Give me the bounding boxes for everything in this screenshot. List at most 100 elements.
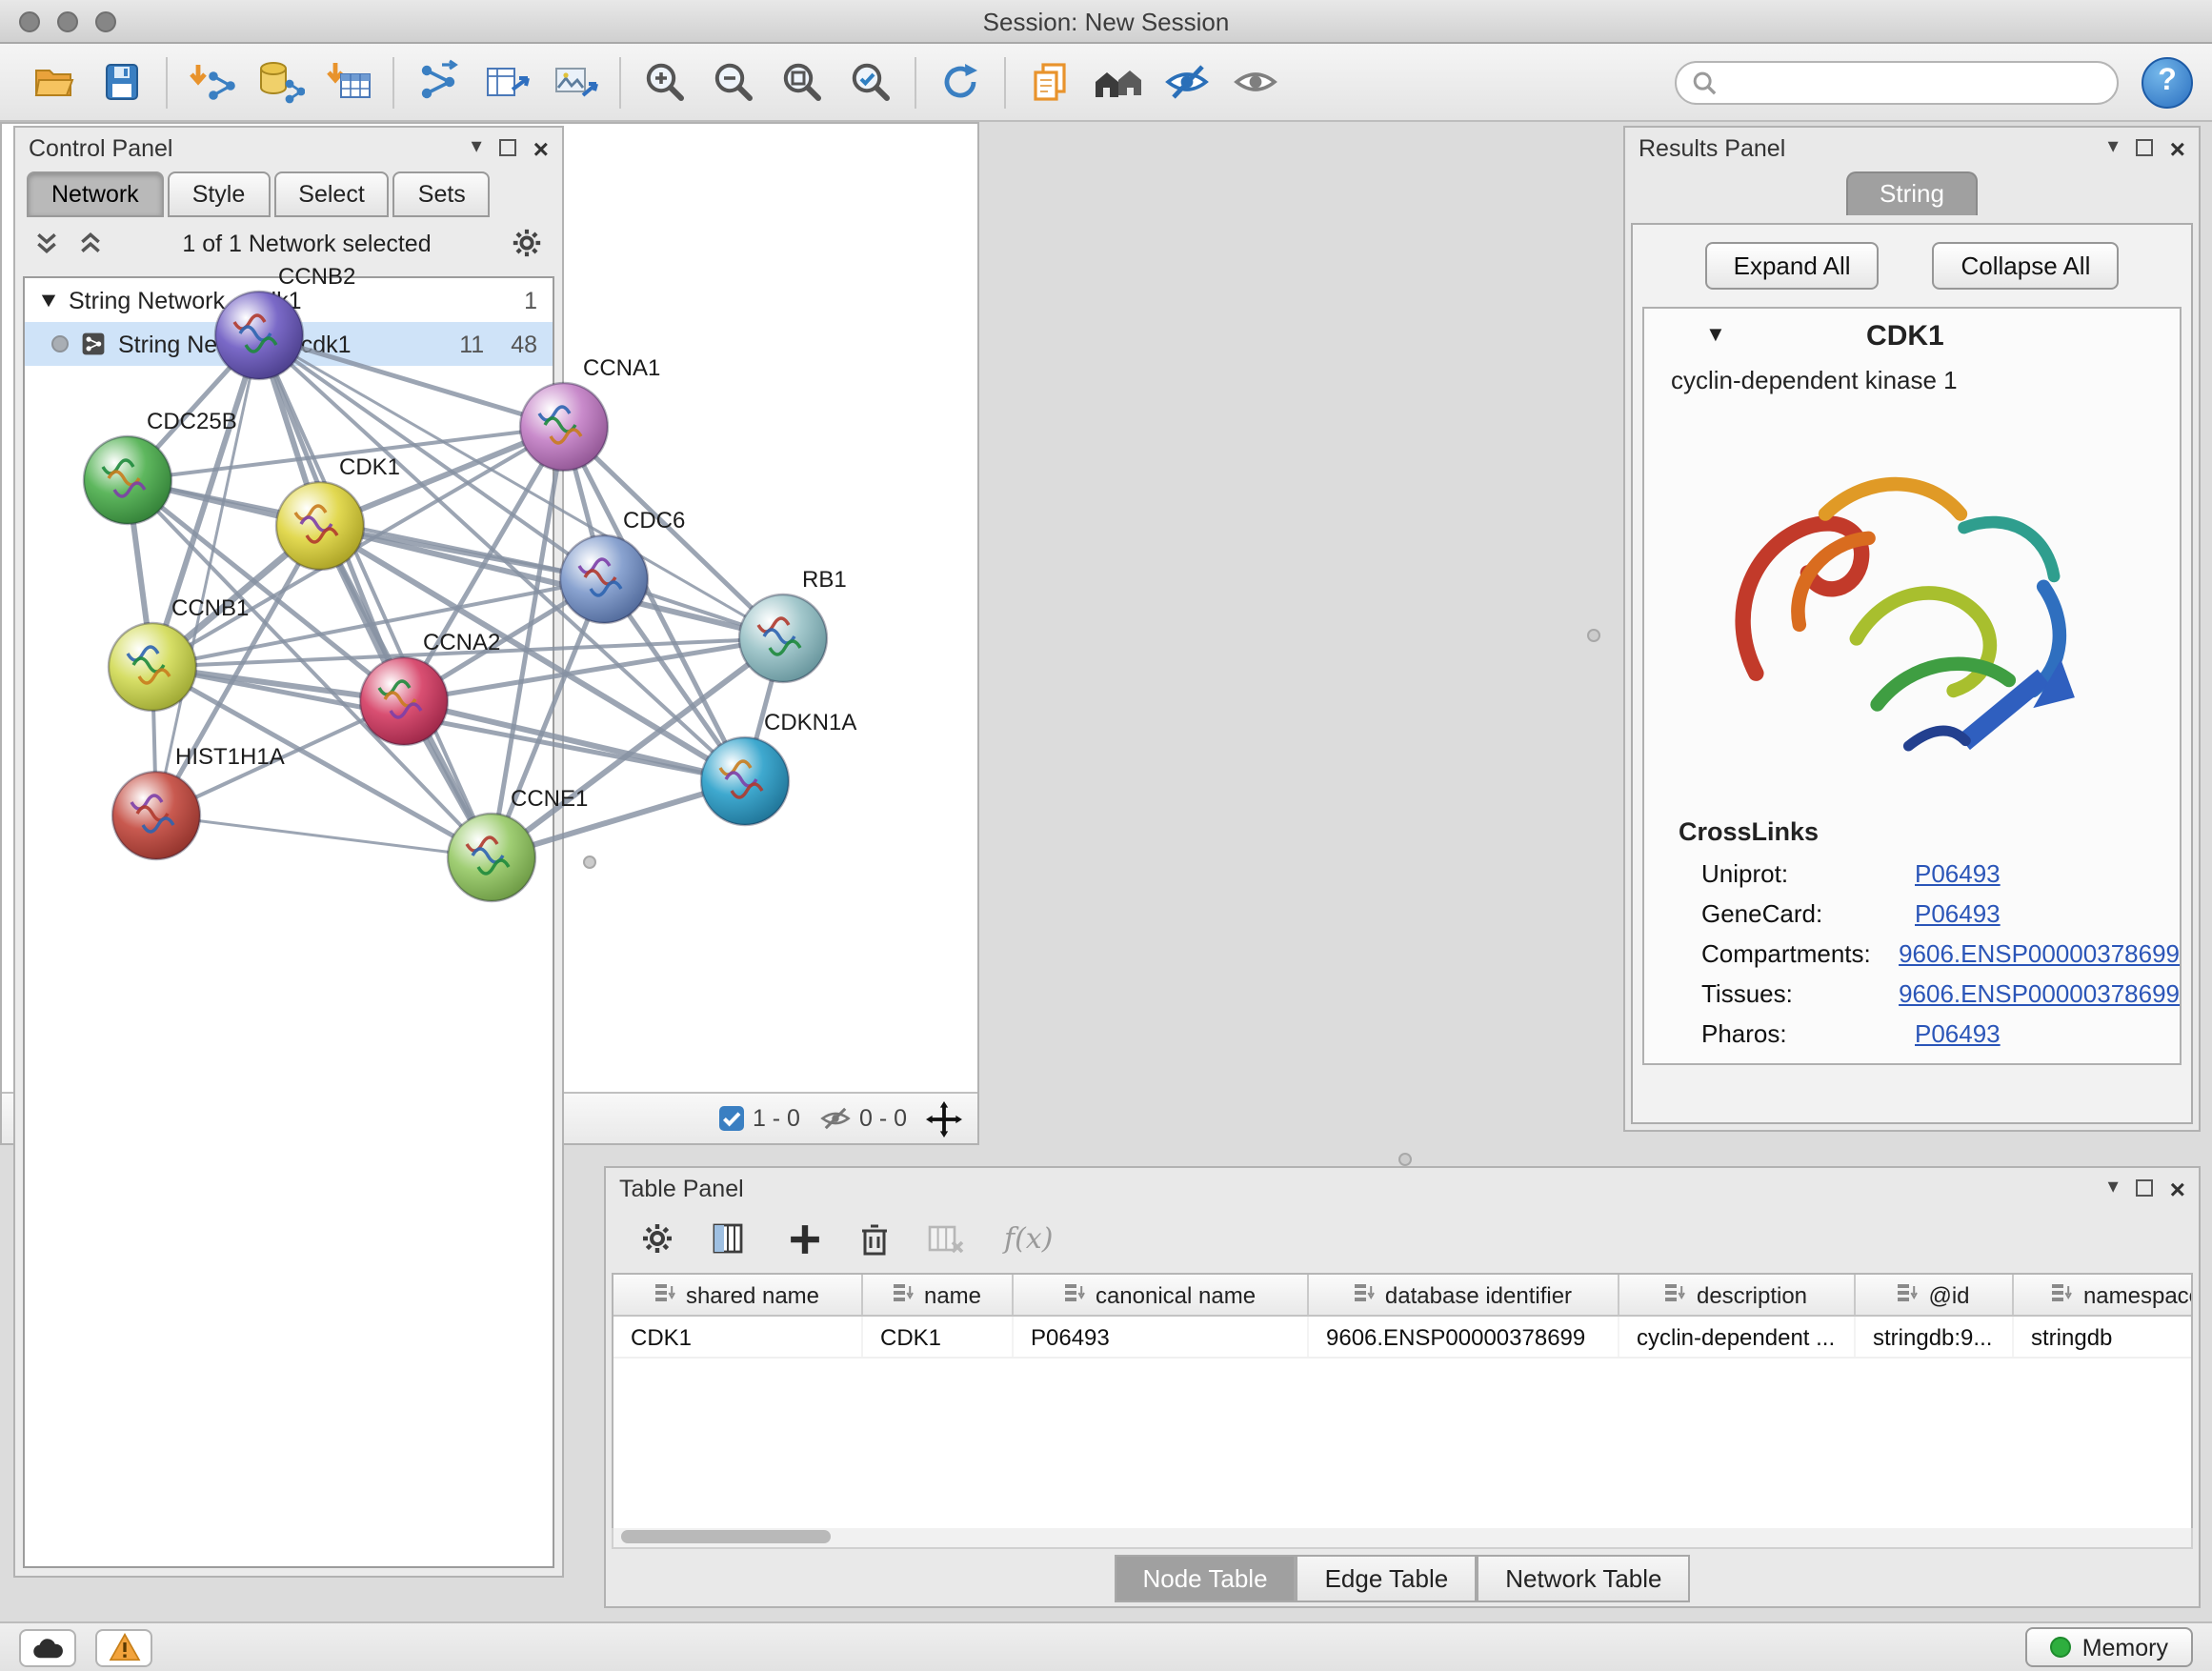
tab-node-table[interactable]: Node Table <box>1114 1555 1296 1602</box>
apply-layout-button[interactable] <box>926 51 995 112</box>
export-image-icon <box>551 59 600 105</box>
column-sort-icon <box>1898 1281 1919 1308</box>
graphics-details-button[interactable] <box>1221 51 1290 112</box>
help-button[interactable]: ? <box>2142 56 2193 108</box>
trash-icon[interactable] <box>859 1221 890 1256</box>
zoom-out-button[interactable] <box>699 51 768 112</box>
zoom-in-icon <box>642 59 688 105</box>
main-toolbar: ? <box>0 44 2212 122</box>
delete-column-icon-disabled <box>928 1221 966 1256</box>
scrollbar-thumb[interactable] <box>621 1530 831 1543</box>
table-panel: Table Panel ▾ × <box>604 1166 2201 1608</box>
search-input[interactable] <box>1728 67 2101 97</box>
pan-crosshair-icon[interactable] <box>926 1100 962 1137</box>
network-node-RB1[interactable]: RB1 <box>739 567 847 682</box>
network-edge-CCNB2-CCNA1[interactable] <box>259 335 564 427</box>
expand-all-button[interactable]: Expand All <box>1705 242 1880 290</box>
tab-network-table[interactable]: Network Table <box>1477 1555 1690 1602</box>
panel-float-icon[interactable] <box>2136 1179 2153 1197</box>
new-network-from-selection-button[interactable] <box>404 51 473 112</box>
protein-section-header[interactable]: ▼ CDK1 <box>1644 309 2180 362</box>
network-node-CCNA1[interactable]: CCNA1 <box>520 355 660 471</box>
node-label-CCNA1: CCNA1 <box>583 355 660 381</box>
table-cell[interactable]: P06493 <box>1014 1317 1309 1357</box>
column-header-shared-name[interactable]: shared name <box>613 1275 863 1315</box>
import-table-from-file-button[interactable] <box>314 51 383 112</box>
splitter-handle[interactable] <box>583 856 596 869</box>
export-image-button[interactable] <box>541 51 610 112</box>
network-edge-CCNB2-CCNE1[interactable] <box>259 335 492 857</box>
collapse-all-button[interactable]: Collapse All <box>1933 242 2120 290</box>
table-cell[interactable]: CDK1 <box>613 1317 863 1357</box>
network-edge-CCNA2-CDKN1A[interactable] <box>404 701 745 781</box>
cloud-status-button[interactable] <box>19 1628 76 1666</box>
column-header-canonical-name[interactable]: canonical name <box>1014 1275 1309 1315</box>
panel-float-icon[interactable] <box>2136 139 2153 156</box>
splitter-handle[interactable] <box>1398 1153 1412 1166</box>
crosslink-link[interactable]: 9606.ENSP00000378699 <box>1899 939 2180 968</box>
table-row[interactable]: CDK1CDK1P064939606.ENSP00000378699cyclin… <box>613 1317 2191 1359</box>
horizontal-scrollbar[interactable] <box>612 1528 2193 1549</box>
maximize-window-button[interactable] <box>95 11 116 32</box>
results-panel-header: Results Panel ▾ × <box>1625 128 2199 168</box>
column-header-description[interactable]: description <box>1619 1275 1856 1315</box>
crosslink-link[interactable]: P06493 <box>1915 859 2001 888</box>
zoom-in-button[interactable] <box>631 51 699 112</box>
network-graph[interactable]: CCNB2CCNA1CDC25BCDK1CDC6RB1CCNB1CCNA2CDK… <box>2 124 977 1092</box>
crosslink-link[interactable]: P06493 <box>1915 899 2001 928</box>
tab-edge-table[interactable]: Edge Table <box>1297 1555 1478 1602</box>
hidden-counts[interactable]: 0 - 0 <box>819 1105 907 1132</box>
crosslink-row: Tissues: 9606.ENSP00000378699 <box>1644 974 2180 1014</box>
panel-collapse-icon[interactable]: ▾ <box>2108 1178 2119 1198</box>
string-home-button[interactable] <box>1084 51 1153 112</box>
network-edge-HIST1H1A-CCNE1[interactable] <box>156 815 492 857</box>
eye-slash-icon <box>1162 59 1212 105</box>
minimize-window-button[interactable] <box>57 11 78 32</box>
table-cell[interactable]: 9606.ENSP00000378699 <box>1309 1317 1619 1357</box>
column-header-namespace[interactable]: namespace <box>2014 1275 2193 1315</box>
table-cell[interactable]: stringdb:9... <box>1856 1317 2014 1357</box>
zoom-fit-icon <box>779 59 825 105</box>
column-header-name[interactable]: name <box>863 1275 1014 1315</box>
crosslink-link[interactable]: 9606.ENSP00000378699 <box>1899 979 2180 1008</box>
selected-counts[interactable]: 1 - 0 <box>718 1105 800 1132</box>
zoom-selected-button[interactable] <box>836 51 905 112</box>
panel-close-icon[interactable]: × <box>2170 1175 2185 1201</box>
add-row-icon[interactable] <box>789 1222 821 1255</box>
memory-button[interactable]: Memory <box>2025 1627 2193 1667</box>
network-node-HIST1H1A[interactable]: HIST1H1A <box>112 744 285 859</box>
protein-ribbon-graphic <box>1688 413 2136 795</box>
enhanced-graphics-button[interactable] <box>1153 51 1221 112</box>
crosslink-link[interactable]: P06493 <box>1915 1019 2001 1048</box>
table-cell[interactable]: stringdb <box>2014 1317 2193 1357</box>
zoom-fit-button[interactable] <box>768 51 836 112</box>
add-column-icon[interactable] <box>713 1221 751 1256</box>
table-cell[interactable]: CDK1 <box>863 1317 1014 1357</box>
protein-description: cyclin-dependent kinase 1 <box>1644 362 2180 406</box>
splitter-handle[interactable] <box>1587 629 1600 642</box>
table-panel-header: Table Panel ▾ × <box>606 1168 2199 1208</box>
copy-documents-button[interactable] <box>1016 51 1084 112</box>
section-expand-icon[interactable]: ▼ <box>1705 324 1726 347</box>
gear-icon[interactable] <box>640 1221 674 1256</box>
network-node-CCNB2[interactable]: CCNB2 <box>215 264 355 379</box>
search-box[interactable] <box>1675 60 2119 104</box>
save-session-button[interactable] <box>88 51 156 112</box>
tab-string[interactable]: String <box>1845 171 1979 215</box>
network-node-CDC6[interactable]: CDC6 <box>560 508 685 623</box>
export-network-button[interactable] <box>473 51 541 112</box>
memory-label: Memory <box>2082 1634 2168 1661</box>
network-canvas[interactable]: CCNB2CCNA1CDC25BCDK1CDC6RB1CCNB1CCNA2CDK… <box>2 124 977 1092</box>
panel-collapse-icon[interactable]: ▾ <box>2108 137 2119 158</box>
open-session-button[interactable] <box>19 51 88 112</box>
network-node-CDKN1A[interactable]: CDKN1A <box>701 710 856 825</box>
column-header-database-identifier[interactable]: database identifier <box>1309 1275 1619 1315</box>
close-window-button[interactable] <box>19 11 40 32</box>
import-network-from-file-button[interactable] <box>177 51 246 112</box>
panel-close-icon[interactable]: × <box>2170 134 2185 161</box>
warning-status-button[interactable] <box>95 1628 152 1666</box>
table-cell[interactable]: cyclin-dependent ... <box>1619 1317 1856 1357</box>
import-network-from-database-button[interactable] <box>246 51 314 112</box>
column-header--id[interactable]: @id <box>1856 1275 2014 1315</box>
network-node-CDK1[interactable]: CDK1 <box>276 454 400 570</box>
